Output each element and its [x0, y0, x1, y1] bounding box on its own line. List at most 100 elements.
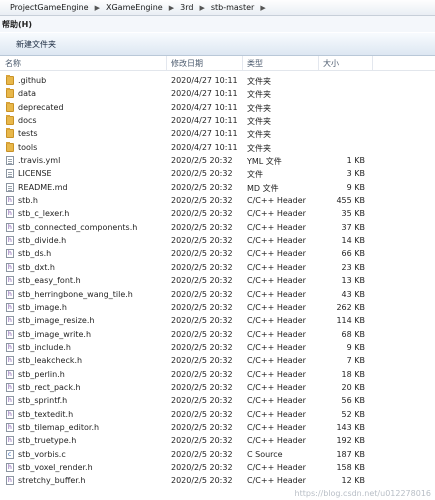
- file-size: 52 KB: [341, 409, 365, 419]
- file-row[interactable]: tests 2020/4/27 10:11 文件夹: [0, 128, 435, 141]
- file-row[interactable]: README.md 2020/2/5 20:32 MD 文件 9 KB: [0, 182, 435, 195]
- file-date: 2020/2/5 20:32: [171, 409, 233, 419]
- file-date: 2020/2/5 20:32: [171, 222, 233, 232]
- file-row[interactable]: stb_image_resize.h 2020/2/5 20:32 C/C++ He…: [0, 315, 435, 328]
- file-row[interactable]: stb_dxt.h 2020/2/5 20:32 C/C++ Header 23 KB: [0, 262, 435, 275]
- c-source-icon: [6, 449, 14, 459]
- file-size: 187 KB: [336, 449, 365, 459]
- file-row[interactable]: stb_voxel_render.h 2020/2/5 20:32 C/C++ He…: [0, 462, 435, 475]
- file-type: MD 文件: [247, 183, 279, 193]
- file-name: stb_vorbis.c: [18, 449, 66, 459]
- breadcrumb-item[interactable]: XGameEngine: [104, 3, 165, 12]
- file-type: 文件夹: [247, 90, 271, 100]
- breadcrumb-item[interactable]: ProjectGameEngine: [8, 3, 91, 12]
- file-row[interactable]: stb_easy_font.h 2020/2/5 20:32 C/C++ Heade…: [0, 275, 435, 288]
- file-size: 9 KB: [346, 342, 365, 352]
- file-type: C/C++ Header: [247, 409, 306, 419]
- file-row[interactable]: stb_connected_components.h 2020/2/5 20:32…: [0, 222, 435, 235]
- file-size: 262 KB: [336, 302, 365, 312]
- file-row[interactable]: docs 2020/4/27 10:11 文件夹: [0, 115, 435, 128]
- chevron-right-icon[interactable]: ▶: [256, 4, 269, 12]
- address-bar[interactable]: ProjectGameEngine ▶ XGameEngine ▶ 3rd ▶ …: [0, 0, 435, 16]
- column-header-type[interactable]: 类型: [247, 58, 263, 69]
- file-type: C/C++ Header: [247, 302, 306, 312]
- file-icon: [6, 156, 14, 166]
- file-size: 56 KB: [341, 396, 365, 406]
- file-date: 2020/4/27 10:11: [171, 116, 238, 126]
- file-row[interactable]: .github 2020/4/27 10:11 文件夹: [0, 75, 435, 88]
- file-name: stb_image.h: [18, 302, 67, 312]
- column-divider[interactable]: [242, 56, 243, 70]
- file-row[interactable]: stb_leakcheck.h 2020/2/5 20:32 C/C++ Heade…: [0, 355, 435, 368]
- file-row[interactable]: stb_image.h 2020/2/5 20:32 C/C++ Header 262…: [0, 302, 435, 315]
- file-size: 23 KB: [341, 262, 365, 272]
- file-name: stb_rect_pack.h: [18, 382, 81, 392]
- file-date: 2020/2/5 20:32: [171, 276, 233, 286]
- c-header-icon: [6, 196, 14, 206]
- new-folder-button[interactable]: 新建文件夹: [16, 39, 56, 50]
- file-date: 2020/2/5 20:32: [171, 422, 233, 432]
- file-date: 2020/2/5 20:32: [171, 342, 233, 352]
- file-size: 3 KB: [346, 169, 365, 179]
- file-name: README.md: [18, 182, 68, 192]
- file-row[interactable]: stb_tilemap_editor.h 2020/2/5 20:32 C/C++ …: [0, 422, 435, 435]
- column-header-name[interactable]: 名称: [5, 58, 21, 69]
- file-type: C/C++ Header: [247, 436, 306, 446]
- column-divider[interactable]: [166, 56, 167, 70]
- file-row[interactable]: data 2020/4/27 10:11 文件夹: [0, 88, 435, 101]
- file-name: stb_herringbone_wang_tile.h: [18, 289, 133, 299]
- chevron-right-icon[interactable]: ▶: [91, 4, 104, 12]
- file-type: C/C++ Header: [247, 329, 306, 339]
- watermark: https://blog.csdn.net/u012278016: [294, 489, 431, 498]
- file-date: 2020/2/5 20:32: [171, 262, 233, 272]
- file-row[interactable]: stb_divide.h 2020/2/5 20:32 C/C++ Header 14…: [0, 235, 435, 248]
- breadcrumb-item[interactable]: stb-master: [209, 3, 256, 12]
- file-row[interactable]: stb_image_write.h 2020/2/5 20:32 C/C++ Hea…: [0, 329, 435, 342]
- file-row[interactable]: stb_truetype.h 2020/2/5 20:32 C/C++ Header…: [0, 435, 435, 448]
- file-row[interactable]: stb.h 2020/2/5 20:32 C/C++ Header 455 KB: [0, 195, 435, 208]
- chevron-right-icon[interactable]: ▶: [165, 4, 178, 12]
- file-date: 2020/2/5 20:32: [171, 449, 233, 459]
- file-name: stb_connected_components.h: [18, 222, 138, 232]
- file-row[interactable]: stb_ds.h 2020/2/5 20:32 C/C++ Header 66 KB: [0, 248, 435, 261]
- file-row[interactable]: LICENSE 2020/2/5 20:32 文件 3 KB: [0, 168, 435, 181]
- file-row[interactable]: stb_c_lexer.h 2020/2/5 20:32 C/C++ Header 3…: [0, 208, 435, 221]
- file-type: C/C++ Header: [247, 262, 306, 272]
- column-header-size[interactable]: 大小: [323, 58, 339, 69]
- file-type: C/C++ Header: [247, 236, 306, 246]
- file-row[interactable]: stb_rect_pack.h 2020/2/5 20:32 C/C++ Heade…: [0, 382, 435, 395]
- file-row[interactable]: stb_sprintf.h 2020/2/5 20:32 C/C++ Header 5…: [0, 395, 435, 408]
- file-row[interactable]: tools 2020/4/27 10:11 文件夹: [0, 141, 435, 155]
- file-name: stb_dxt.h: [18, 262, 55, 272]
- file-size: 37 KB: [341, 222, 365, 232]
- file-size: 9 KB: [346, 182, 365, 192]
- file-date: 2020/4/27 10:11: [171, 129, 238, 139]
- file-type: YML 文件: [247, 157, 282, 167]
- file-row[interactable]: stb_vorbis.c 2020/2/5 20:32 C Source 187 KB: [0, 449, 435, 462]
- file-row[interactable]: stb_textedit.h 2020/2/5 20:32 C/C++ Header…: [0, 409, 435, 422]
- file-type: C/C++ Header: [247, 196, 306, 206]
- file-type: 文件夹: [247, 117, 271, 127]
- file-type: C/C++ Header: [247, 356, 306, 366]
- file-row[interactable]: stb_herringbone_wang_tile.h 2020/2/5 20:3…: [0, 289, 435, 302]
- file-row[interactable]: stb_perlin.h 2020/2/5 20:32 C/C++ Header 18…: [0, 369, 435, 382]
- file-date: 2020/2/5 20:32: [171, 249, 233, 259]
- file-type: C/C++ Header: [247, 249, 306, 259]
- chevron-right-icon[interactable]: ▶: [195, 4, 208, 12]
- file-size: 35 KB: [341, 209, 365, 219]
- file-row[interactable]: .travis.yml 2020/2/5 20:32 YML 文件 1 KB: [0, 155, 435, 168]
- column-divider[interactable]: [372, 56, 373, 70]
- column-divider[interactable]: [318, 56, 319, 70]
- address-start: [0, 0, 8, 15]
- file-row[interactable]: stretchy_buffer.h 2020/2/5 20:32 C/C++ Hea…: [0, 475, 435, 488]
- column-header-date[interactable]: 修改日期: [171, 58, 203, 69]
- file-size: 1 KB: [346, 156, 365, 166]
- file-name: stb_voxel_render.h: [18, 462, 93, 472]
- c-header-icon: [6, 476, 14, 486]
- file-date: 2020/2/5 20:32: [171, 156, 233, 166]
- file-name: stb_include.h: [18, 342, 71, 352]
- file-row[interactable]: stb_include.h 2020/2/5 20:32 C/C++ Header 9…: [0, 342, 435, 355]
- breadcrumb-item[interactable]: 3rd: [178, 3, 195, 12]
- file-row[interactable]: deprecated 2020/4/27 10:11 文件夹: [0, 101, 435, 115]
- menu-help[interactable]: 帮助(H): [0, 19, 34, 30]
